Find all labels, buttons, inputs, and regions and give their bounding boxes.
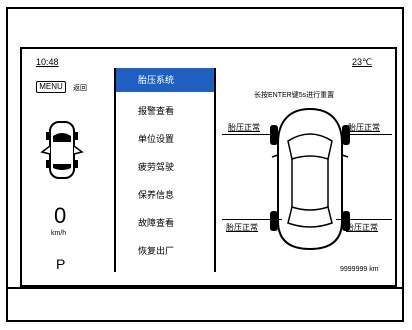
- menu-item-tire-pressure[interactable]: 胎压系统: [116, 68, 214, 92]
- menu-item-alarm-view[interactable]: 报警查看: [138, 104, 174, 117]
- menu-item-maintenance-info[interactable]: 保养信息: [138, 188, 174, 201]
- reset-instruction: 长按ENTER键5s进行重置: [254, 92, 335, 99]
- bottom-divider: [8, 287, 402, 289]
- menu-item-unit-settings[interactable]: 单位设置: [138, 132, 174, 145]
- settings-menu: 胎压系统 报警查看 单位设置 疲劳驾驶 保养信息 故障查看 恢复出厂: [114, 68, 216, 272]
- menu-item-fatigue-driving[interactable]: 疲劳驾驶: [138, 160, 174, 173]
- speed-value: 0: [54, 203, 67, 228]
- rear-left-leader-line: [222, 219, 282, 220]
- odometer: 9999999 km: [340, 266, 379, 273]
- menu-item-fault-view[interactable]: 故障查看: [138, 216, 174, 229]
- car-outline-icon: [270, 107, 350, 251]
- front-right-pressure: 胎压正常: [348, 123, 380, 132]
- clock: 10:48: [36, 57, 59, 67]
- gear-indicator: P: [56, 256, 66, 272]
- rear-left-pressure: 胎压正常: [226, 223, 258, 232]
- rear-right-pressure: 胎压正常: [346, 223, 378, 232]
- menu-item-factory-reset[interactable]: 恢复出厂: [138, 244, 174, 257]
- front-left-pressure: 胎压正常: [228, 123, 260, 132]
- temperature: 23℃: [352, 57, 373, 67]
- menu-button[interactable]: MENU: [36, 81, 66, 93]
- back-hint: 返回: [73, 85, 87, 92]
- speed-unit: km/h: [51, 230, 67, 237]
- car-top-view-icon: [40, 121, 84, 179]
- rear-right-leader-line: [336, 219, 392, 220]
